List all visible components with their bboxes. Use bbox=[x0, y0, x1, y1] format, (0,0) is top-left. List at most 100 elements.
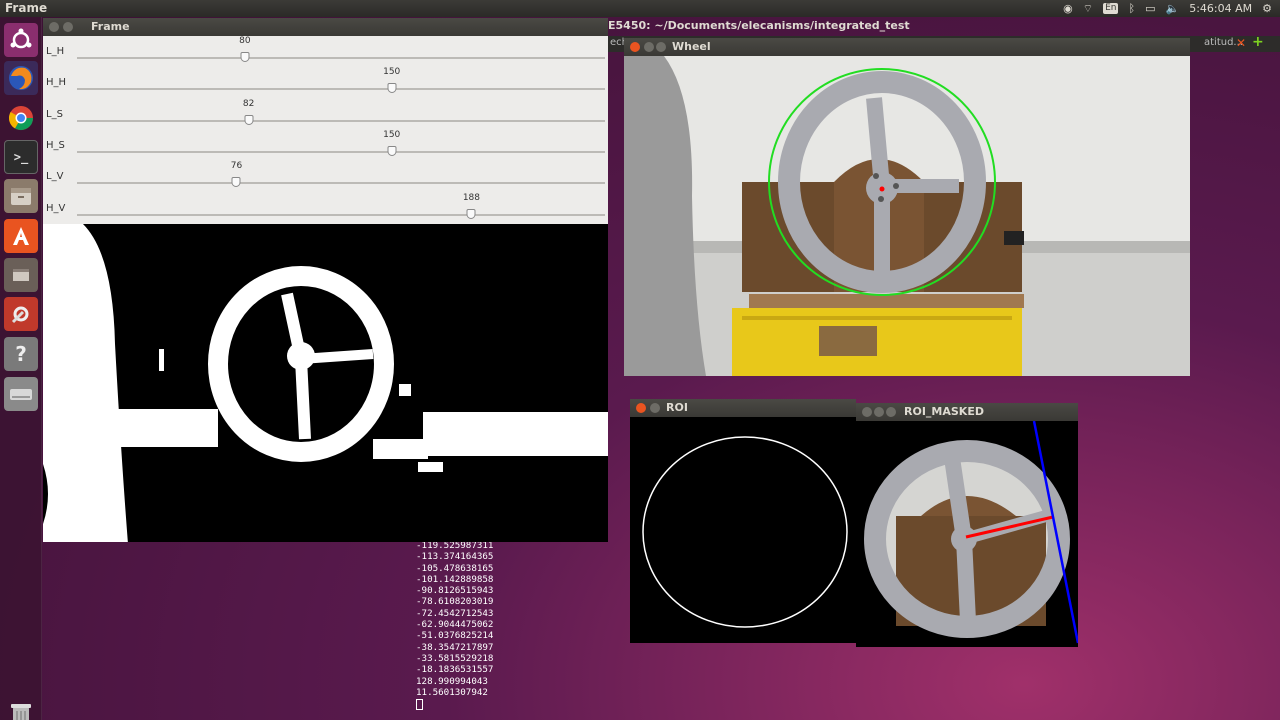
terminal-line: -51.0376825214 bbox=[416, 630, 494, 642]
trackbar-value: 150 bbox=[383, 129, 401, 140]
new-tab-icon[interactable]: + bbox=[1252, 34, 1264, 50]
terminal-line: -78.6108203019 bbox=[416, 596, 494, 608]
terminal-lines: -119.525987311 -113.374164365 -105.4786381… bbox=[416, 540, 616, 698]
close-button[interactable] bbox=[49, 22, 59, 32]
trackbar-track[interactable] bbox=[77, 213, 605, 216]
trackbar-thumb[interactable] bbox=[466, 208, 476, 219]
roi-titlebar[interactable]: ROI bbox=[630, 399, 856, 417]
roi-title: ROI bbox=[666, 401, 688, 414]
trackbar-h-h: H_H 150 bbox=[43, 67, 608, 98]
trackbar-value: 82 bbox=[242, 98, 255, 109]
trackbar-h-v: H_V 188 bbox=[43, 193, 608, 224]
trackbar-thumb[interactable] bbox=[387, 83, 397, 94]
clock[interactable]: 5:46:04 AM bbox=[1189, 0, 1252, 17]
wifi-icon[interactable]: ⌔ bbox=[1083, 0, 1093, 17]
workspace-switcher-icon[interactable] bbox=[4, 258, 38, 292]
tab-close-icon[interactable]: ✕ bbox=[1236, 36, 1246, 50]
threshold-mask-image bbox=[43, 224, 608, 542]
trackbar-h-s: H_S 150 bbox=[43, 130, 608, 161]
close-button[interactable] bbox=[862, 407, 872, 417]
terminal-line: -33.5815529218 bbox=[416, 652, 494, 664]
trackbar-l-s: L_S 82 bbox=[43, 99, 608, 130]
firefox-icon[interactable] bbox=[4, 61, 38, 95]
trackbar-track[interactable] bbox=[77, 88, 605, 91]
software-center-icon[interactable] bbox=[4, 219, 38, 253]
minimize-button[interactable] bbox=[874, 407, 884, 417]
frame-window: Frame L_H 80 H_H 150 L_S 82 H_S 150 L_V 76 H_V 188 bbox=[43, 18, 608, 542]
close-button[interactable] bbox=[636, 403, 646, 413]
trackbar-thumb[interactable] bbox=[240, 52, 250, 62]
trackbar-panel: L_H 80 H_H 150 L_S 82 H_S 150 L_V 76 H_V 188 bbox=[43, 36, 608, 224]
trackbar-thumb[interactable] bbox=[244, 114, 254, 125]
trackbar-track[interactable] bbox=[77, 57, 605, 59]
frame-titlebar[interactable]: Frame bbox=[43, 18, 608, 36]
chrome-indicator-icon[interactable]: ◉ bbox=[1063, 0, 1073, 17]
maximize-button[interactable] bbox=[886, 407, 896, 417]
terminal-line: -38.3547217897 bbox=[416, 641, 494, 653]
trackbar-label: H_H bbox=[46, 77, 67, 89]
trackbar-label: L_H bbox=[46, 46, 65, 57]
terminal-output[interactable]: -119.525987311 -113.374164365 -105.4786381… bbox=[416, 540, 616, 715]
terminal-line: -101.142889858 bbox=[416, 573, 494, 585]
close-button[interactable] bbox=[630, 42, 640, 52]
help-icon[interactable]: ? bbox=[4, 337, 38, 371]
terminal-line: -105.478638165 bbox=[416, 562, 494, 574]
active-app-title: Frame bbox=[5, 1, 48, 15]
volume-icon[interactable]: 🔈 bbox=[1166, 0, 1180, 17]
terminal-title: E5450: ~/Documents/elecanisms/integrated… bbox=[608, 19, 910, 32]
trackbar-value: 188 bbox=[462, 192, 480, 203]
settings-gear-icon[interactable]: ⚙ bbox=[1262, 0, 1272, 17]
files-icon[interactable] bbox=[4, 179, 38, 213]
system-settings-icon[interactable] bbox=[4, 297, 38, 331]
terminal-line: -113.374164365 bbox=[416, 551, 494, 563]
roi-masked-titlebar[interactable]: ROI_MASKED bbox=[856, 403, 1078, 421]
terminal-line: -18.1836531557 bbox=[416, 664, 494, 676]
drive-icon[interactable] bbox=[4, 377, 38, 411]
terminal-line: 128.990994043 bbox=[416, 675, 488, 687]
trackbar-l-h: L_H 80 bbox=[43, 36, 608, 67]
dash-home-icon[interactable] bbox=[4, 23, 38, 57]
trackbar-l-v: L_V 76 bbox=[43, 161, 608, 192]
terminal-line: -62.9044475062 bbox=[416, 619, 494, 631]
trash-icon[interactable] bbox=[5, 699, 37, 720]
wheel-title: Wheel bbox=[672, 40, 711, 53]
roi-masked-view bbox=[856, 421, 1078, 647]
battery-icon[interactable]: ▭ bbox=[1145, 0, 1155, 17]
minimize-button[interactable] bbox=[644, 42, 654, 52]
trackbar-value: 150 bbox=[383, 67, 401, 78]
trackbar-track[interactable] bbox=[77, 182, 605, 185]
trackbar-value: 76 bbox=[230, 161, 243, 172]
system-tray: ◉ ⌔ En ᛒ ▭ 🔈 5:46:04 AM ⚙ bbox=[1063, 0, 1272, 17]
keyboard-layout-indicator[interactable]: En bbox=[1103, 3, 1119, 14]
threshold-mask-view bbox=[43, 224, 608, 542]
trackbar-track[interactable] bbox=[77, 119, 605, 122]
minimize-button[interactable] bbox=[63, 22, 73, 32]
frame-title: Frame bbox=[91, 20, 130, 33]
trackbar-value: 80 bbox=[239, 36, 251, 46]
top-panel: Frame ◉ ⌔ En ᛒ ▭ 🔈 5:46:04 AM ⚙ bbox=[0, 0, 1280, 17]
trackbar-label: H_V bbox=[46, 202, 66, 214]
trackbar-track[interactable] bbox=[77, 150, 605, 153]
wheel-window: Wheel bbox=[624, 38, 1190, 376]
trackbar-thumb[interactable] bbox=[387, 145, 397, 156]
chrome-icon[interactable] bbox=[4, 101, 38, 135]
roi-window: ROI bbox=[630, 399, 856, 643]
roi-masked-title: ROI_MASKED bbox=[904, 405, 984, 418]
trackbar-label: L_V bbox=[46, 171, 64, 183]
launcher: >_ ? bbox=[0, 17, 42, 720]
terminal-icon[interactable]: >_ bbox=[4, 140, 38, 174]
trackbar-label: L_S bbox=[46, 108, 63, 120]
trackbar-thumb[interactable] bbox=[231, 177, 241, 188]
minimize-button[interactable] bbox=[650, 403, 660, 413]
terminal-cursor bbox=[416, 699, 423, 711]
terminal-line: -90.8126515943 bbox=[416, 585, 494, 597]
wheel-titlebar[interactable]: Wheel bbox=[624, 38, 1190, 56]
terminal-line: -72.4542712543 bbox=[416, 607, 494, 619]
wheel-camera-view bbox=[624, 56, 1190, 376]
trackbar-label: H_S bbox=[46, 139, 65, 151]
terminal-line: 11.5601307942 bbox=[416, 686, 488, 698]
roi-edge-view bbox=[630, 417, 856, 643]
bluetooth-icon[interactable]: ᛒ bbox=[1128, 0, 1135, 17]
maximize-button[interactable] bbox=[656, 42, 666, 52]
center-marker bbox=[879, 186, 885, 192]
